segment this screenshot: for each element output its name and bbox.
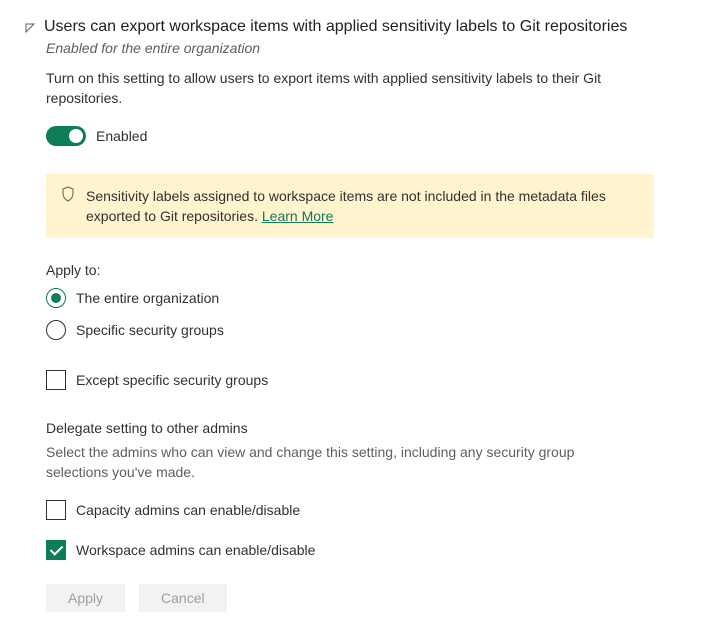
learn-more-link[interactable]: Learn More <box>262 208 334 224</box>
radio-icon <box>46 288 66 308</box>
delegate-description: Select the admins who can view and chang… <box>46 442 606 482</box>
radio-entire-organization[interactable]: The entire organization <box>46 288 684 308</box>
radio-specific-groups[interactable]: Specific security groups <box>46 320 684 340</box>
checkbox-workspace-admins[interactable]: Workspace admins can enable/disable <box>46 540 684 560</box>
checkbox-label: Workspace admins can enable/disable <box>76 542 315 558</box>
radio-label: The entire organization <box>76 290 219 306</box>
checkbox-capacity-admins[interactable]: Capacity admins can enable/disable <box>46 500 684 520</box>
cancel-button[interactable]: Cancel <box>139 584 227 612</box>
apply-to-label: Apply to: <box>46 262 684 278</box>
enabled-toggle-label: Enabled <box>96 128 147 144</box>
checkbox-label: Except specific security groups <box>76 372 268 388</box>
checkbox-label: Capacity admins can enable/disable <box>76 502 300 518</box>
checkbox-except-groups[interactable]: Except specific security groups <box>46 370 684 390</box>
delegate-header: Delegate setting to other admins <box>46 420 684 436</box>
setting-description: Turn on this setting to allow users to e… <box>46 68 606 108</box>
checkbox-icon <box>46 370 66 390</box>
radio-label: Specific security groups <box>76 322 224 338</box>
checkbox-icon <box>46 500 66 520</box>
info-banner: Sensitivity labels assigned to workspace… <box>46 174 654 238</box>
setting-scope: Enabled for the entire organization <box>46 40 684 56</box>
setting-title: Users can export workspace items with ap… <box>44 16 627 38</box>
shield-icon <box>60 186 76 207</box>
enabled-toggle[interactable] <box>46 126 86 146</box>
checkbox-icon <box>46 540 66 560</box>
expand-icon[interactable] <box>24 21 36 37</box>
info-banner-text: Sensitivity labels assigned to workspace… <box>86 188 606 224</box>
apply-button[interactable]: Apply <box>46 584 125 612</box>
radio-icon <box>46 320 66 340</box>
